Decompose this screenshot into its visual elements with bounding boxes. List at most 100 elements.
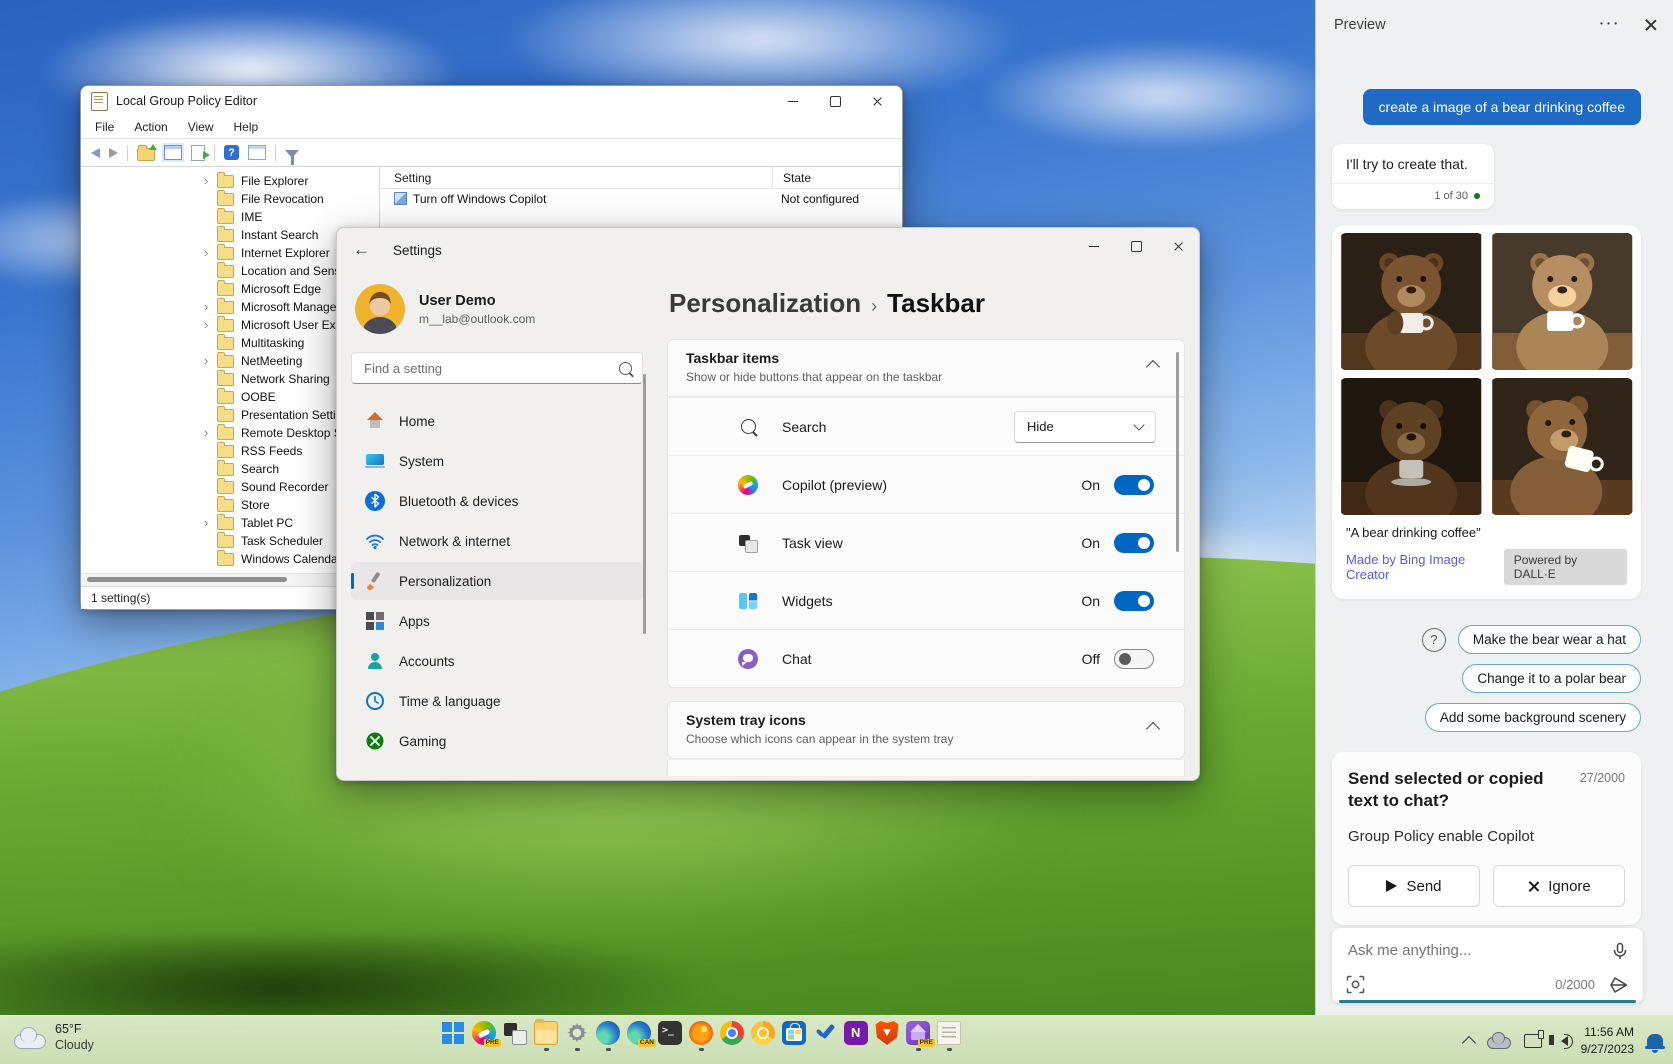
tree-horizontal-scrollbar[interactable] xyxy=(81,573,379,586)
search-input[interactable] xyxy=(362,360,619,377)
list-view-icon[interactable] xyxy=(164,145,182,160)
tree-item-file-revocation[interactable]: File Revocation xyxy=(81,190,379,208)
gpe-menu-help[interactable]: Help xyxy=(234,120,259,134)
task-view-button[interactable] xyxy=(503,1021,527,1045)
gpe-menu-action[interactable]: Action xyxy=(134,120,167,134)
sidebar-item-time-language[interactable]: Time & language xyxy=(351,682,643,720)
chat-input-box[interactable]: 0/2000 xyxy=(1332,928,1643,1003)
tree-item-microsoft-edge[interactable]: Microsoft Edge xyxy=(81,280,379,298)
file-explorer-button[interactable] xyxy=(534,1021,558,1045)
ask-input[interactable] xyxy=(1346,941,1611,960)
settings-maximize-button[interactable] xyxy=(1115,232,1157,260)
tree-item-netmeeting[interactable]: NetMeeting xyxy=(81,352,379,370)
forward-icon[interactable] xyxy=(109,148,118,158)
sidebar-item-system[interactable]: System xyxy=(351,442,643,480)
weather-widget[interactable]: 65°F Cloudy xyxy=(14,1022,94,1053)
ignore-button[interactable]: Ignore xyxy=(1493,865,1625,907)
sidebar-item-personalization[interactable]: Personalization xyxy=(351,562,643,600)
suggestion-background-scenery[interactable]: Add some background scenery xyxy=(1425,703,1641,732)
question-bubble-icon[interactable] xyxy=(1422,628,1446,652)
terminal-button[interactable] xyxy=(658,1021,682,1045)
tree-item-windows-calendar[interactable]: Windows Calendar xyxy=(81,550,379,568)
sidebar-item-apps[interactable]: Apps xyxy=(351,602,643,640)
settings-close-button[interactable] xyxy=(1157,232,1199,260)
expand-chevron-icon[interactable] xyxy=(201,246,215,260)
notepad-button[interactable] xyxy=(937,1021,961,1045)
tree-item-task-scheduler[interactable]: Task Scheduler xyxy=(81,532,379,550)
submit-icon[interactable] xyxy=(1609,976,1629,994)
onedrive-icon[interactable] xyxy=(1487,1037,1511,1049)
gpe-menu-file[interactable]: File xyxy=(95,120,114,134)
help-icon[interactable] xyxy=(224,145,239,160)
chrome-button[interactable] xyxy=(720,1021,744,1045)
suggestion-polar-bear[interactable]: Change it to a polar bear xyxy=(1462,664,1641,693)
screenshot-icon[interactable] xyxy=(1346,975,1365,994)
tree-item-file-explorer[interactable]: File Explorer xyxy=(81,172,379,190)
tree-item-internet-explorer[interactable]: Internet Explorer xyxy=(81,244,379,262)
tree-item-rss-feeds[interactable]: RSS Feeds xyxy=(81,442,379,460)
expand-chevron-icon[interactable] xyxy=(201,300,215,314)
sidebar-item-network[interactable]: Network & internet xyxy=(351,522,643,560)
system-tray-card-header[interactable]: System tray icons Choose which icons can… xyxy=(667,701,1185,759)
bear-image-3[interactable] xyxy=(1340,378,1483,515)
desktop[interactable]: Local Group Policy Editor File Action Vi… xyxy=(0,0,1673,1064)
tree-item-remote-desktop-services[interactable]: Remote Desktop Services xyxy=(81,424,379,442)
sidebar-item-bluetooth[interactable]: Bluetooth & devices xyxy=(351,482,643,520)
microsoft-store-button[interactable] xyxy=(782,1021,806,1045)
brave-button[interactable] xyxy=(875,1021,899,1045)
sidebar-item-gaming[interactable]: Gaming xyxy=(351,722,643,760)
tree-item-microsoft-user-experience[interactable]: Microsoft User Experience V xyxy=(81,316,379,334)
up-one-level-icon[interactable] xyxy=(137,148,155,161)
tray-overflow-chevron-icon[interactable] xyxy=(1462,1035,1476,1049)
expand-chevron-icon[interactable] xyxy=(201,354,215,368)
close-icon[interactable] xyxy=(1644,18,1657,31)
sidebar-item-home[interactable]: Home xyxy=(351,402,643,440)
tree-item-store[interactable]: Store xyxy=(81,496,379,514)
tree-item-tablet-pc[interactable]: Tablet PC xyxy=(81,514,379,532)
settings-button[interactable] xyxy=(565,1021,589,1045)
filter-icon[interactable] xyxy=(285,150,299,158)
gpe-menu-view[interactable]: View xyxy=(188,120,214,134)
tree-item-multitasking[interactable]: Multitasking xyxy=(81,334,379,352)
copilot-button[interactable]: PRE xyxy=(472,1021,496,1045)
collapse-chevron-icon[interactable] xyxy=(1146,360,1160,374)
scrollbar-thumb[interactable] xyxy=(87,577,287,582)
chat-toggle[interactable] xyxy=(1114,649,1154,669)
bear-image-4[interactable] xyxy=(1491,378,1634,515)
clock-widget[interactable]: 11:56 AM 9/27/2023 xyxy=(1581,1024,1634,1056)
gpe-minimize-button[interactable] xyxy=(772,87,814,115)
bear-image-1[interactable] xyxy=(1340,233,1483,370)
breadcrumb-personalization[interactable]: Personalization xyxy=(669,288,861,319)
network-icon[interactable] xyxy=(1524,1034,1542,1048)
widgets-toggle[interactable] xyxy=(1114,591,1154,611)
send-button[interactable]: Send xyxy=(1348,865,1480,907)
expand-chevron-icon[interactable] xyxy=(201,318,215,332)
firefox-button[interactable] xyxy=(689,1021,713,1045)
expand-chevron-icon[interactable] xyxy=(201,426,215,440)
collapse-chevron-icon[interactable] xyxy=(1146,722,1160,736)
dev-home-button[interactable]: PRE xyxy=(906,1021,930,1045)
tree-item-search[interactable]: Search xyxy=(81,460,379,478)
volume-icon[interactable] xyxy=(1561,1036,1568,1046)
suggestion-wear-hat[interactable]: Make the bear wear a hat xyxy=(1458,625,1641,654)
nav-scrollbar[interactable] xyxy=(643,374,646,634)
tree-item-location-and-sensors[interactable]: Location and Sensors xyxy=(81,262,379,280)
tree-item-microsoft-management-console[interactable]: Microsoft Management Con xyxy=(81,298,379,316)
column-header-state[interactable]: State xyxy=(773,167,900,188)
edge-canary-button[interactable]: CAN xyxy=(627,1021,651,1045)
copilot-toggle[interactable] xyxy=(1114,475,1154,495)
tree-item-presentation-settings[interactable]: Presentation Settings xyxy=(81,406,379,424)
find-setting-searchbox[interactable] xyxy=(351,352,643,384)
onenote-button[interactable] xyxy=(844,1021,868,1045)
taskbar-items-card-header[interactable]: Taskbar items Show or hide buttons that … xyxy=(667,339,1185,397)
gpe-titlebar[interactable]: Local Group Policy Editor xyxy=(81,86,902,116)
gpe-close-button[interactable] xyxy=(856,87,898,115)
tree-item-oobe[interactable]: OOBE xyxy=(81,388,379,406)
show-console-tree-icon[interactable] xyxy=(248,145,266,160)
gpe-maximize-button[interactable] xyxy=(814,87,856,115)
tree-item-sound-recorder[interactable]: Sound Recorder xyxy=(81,478,379,496)
edge-button[interactable] xyxy=(596,1021,620,1045)
settings-titlebar[interactable]: ← Settings xyxy=(337,228,1199,272)
bear-image-2[interactable] xyxy=(1491,233,1634,370)
microphone-icon[interactable] xyxy=(1611,942,1629,960)
